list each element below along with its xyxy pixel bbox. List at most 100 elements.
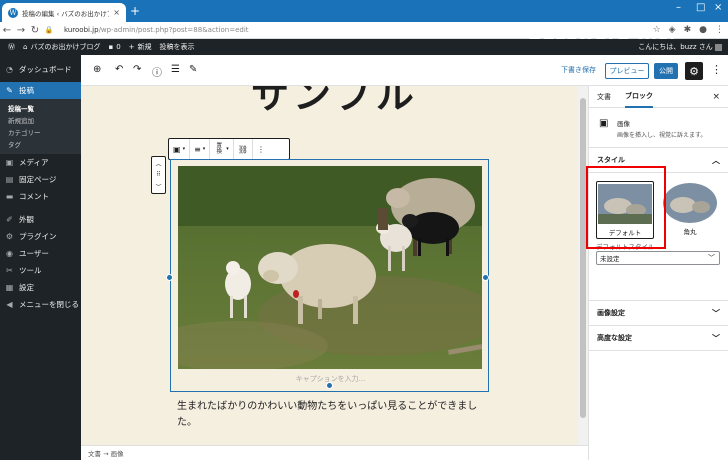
new-tab-icon[interactable]: + [130,4,140,18]
redo-icon[interactable]: ↷ [133,64,141,75]
url-field[interactable]: kuroobi.jp/wp-admin/post.php?post=88&act… [64,26,249,34]
maximize-icon[interactable]: □ [696,2,705,13]
browser-menu-icon[interactable]: ⋮ [715,25,724,35]
move-up-icon[interactable]: ︿ [155,159,161,168]
more-options-icon[interactable]: ⋮ [711,63,722,76]
style-rounded-thumbnail [663,183,717,223]
edit-tool-icon[interactable]: ✎ [189,64,197,75]
sidebar-item-label: プラグイン [19,232,57,241]
image-block-icon: ▣ [173,144,181,154]
scroll-thumb[interactable] [580,98,586,418]
tab-block[interactable]: ブロック [625,86,653,108]
sidebar-item-label: 外観 [19,215,34,224]
user-icon: ◉ [6,249,13,258]
info-icon[interactable]: ⓘ [152,64,162,79]
sheep-photo[interactable] [178,166,482,369]
advanced-settings-header[interactable]: 高度な設定 ﹀ [589,326,728,351]
image-settings-header[interactable]: 画像設定 ﹀ [589,301,728,326]
block-card: ▣ 画像 画像を挿入し、視覚に訴えます。 [589,108,728,148]
preview-button[interactable]: プレビュー [605,63,649,79]
view-post-link[interactable]: 投稿を表示 [160,42,195,52]
style-option-rounded[interactable]: 角丸 [661,181,719,239]
default-style-select[interactable]: 未設定 ﹀ [596,251,720,265]
save-draft-button[interactable]: 下書き保存 [561,65,596,75]
chevron-down-icon: ▾ [182,146,186,152]
puzzle-icon[interactable]: ✱ [684,25,692,35]
block-more-button[interactable]: ⋮ [253,139,269,159]
wp-admin-bar: Ⓦ ⌂ バズのお出かけブログ ▪ 0 + 新規 投稿を表示 こんにちは、buzz さん [0,39,728,55]
sidebar-item-dashboard[interactable]: ◔ ダッシュボード [0,61,81,78]
sidebar-item-settings[interactable]: ▦ 設定 [0,279,81,296]
posts-submenu: 投稿一覧 新規追加 カテゴリー タグ [0,99,81,154]
submenu-all-posts[interactable]: 投稿一覧 [0,102,81,114]
minimize-icon[interactable]: – [676,2,681,13]
submenu-tags[interactable]: タグ [0,138,81,150]
resize-handle-bottom[interactable] [326,382,333,389]
comment-icon: ▬ [5,192,14,201]
sidebar-item-label: メニューを閉じる [19,300,79,309]
sidebar-item-label: ユーザー [19,249,49,258]
browser-tab[interactable]: W 投稿の編集 ‹ バズのお出かけブログ × [2,3,126,22]
resize-handle-right[interactable] [482,274,489,281]
sidebar-item-pages[interactable]: ▤ 固定ページ [0,171,81,188]
new-content-link[interactable]: + 新規 [129,42,152,52]
sidebar-item-appearance[interactable]: ✐ 外観 [0,211,81,228]
comment-bubble-icon: ▪ [108,43,114,51]
submenu-categories[interactable]: カテゴリー [0,126,81,138]
site-name: バズのお出かけブログ [30,43,101,51]
sidebar-item-comments[interactable]: ▬ コメント [0,188,81,205]
sidebar-item-plugins[interactable]: ⚙ プラグイン [0,228,81,245]
sidebar-item-users[interactable]: ◉ ユーザー [0,245,81,262]
block-toolbar: ▣ ▾ ≡ ▾ 置換 ▾ ⛓ ⋮ [168,138,290,160]
chevron-down-icon: ▾ [226,146,229,152]
site-name-link[interactable]: ⌂ バズのお出かけブログ [23,42,100,52]
canvas-scrollbar[interactable] [578,86,588,445]
publish-button[interactable]: 公開 [654,63,678,79]
resize-handle-left[interactable] [166,274,173,281]
settings-icon: ▦ [5,283,14,292]
more-vertical-icon: ⋮ [256,144,265,154]
post-title[interactable]: サンプル [251,86,418,119]
wp-logo-icon[interactable]: Ⓦ [8,42,15,52]
account-icon[interactable]: ● [699,25,707,35]
block-breadcrumb[interactable]: 文書 → 画像 [81,445,588,460]
greeting-text: こんにちは、buzz さん [638,43,713,51]
media-icon: ▣ [5,158,14,167]
drag-handle-icon[interactable]: ⠿ [156,171,160,178]
submenu-add-new[interactable]: 新規追加 [0,114,81,126]
chevron-down-icon: ﹀ [708,254,715,262]
add-block-icon[interactable]: ⊕ [93,64,101,75]
align-button[interactable]: ≡ ▾ [190,139,211,159]
undo-icon[interactable]: ↶ [115,64,123,75]
comments-link[interactable]: ▪ 0 [108,43,120,51]
tab-document[interactable]: 文書 [597,92,611,102]
image-block-icon: ▣ [599,118,609,129]
forward-icon[interactable]: → [14,25,28,36]
link-icon: ⛓ [237,144,248,154]
sidebar-item-media[interactable]: ▣ メディア [0,154,81,171]
chevron-down-icon: ﹀ [712,333,720,343]
image-settings-heading: 画像設定 [597,309,625,317]
close-window-icon[interactable]: × [714,2,722,13]
sheep-photo-illustration [178,166,482,369]
sidebar-item-posts[interactable]: ✎ 投稿 [0,82,81,99]
link-button[interactable]: ⛓ [234,139,253,159]
block-type-switcher[interactable]: ▣ ▾ [169,139,191,159]
back-icon[interactable]: ← [0,25,14,36]
replace-button[interactable]: 置換 ▾ [210,139,234,159]
close-panel-icon[interactable]: × [712,92,720,102]
reload-icon[interactable]: ↻ [28,25,42,36]
close-tab-icon[interactable]: × [113,8,120,17]
settings-tabs: 文書 ブロック × [589,86,728,108]
settings-gear-icon[interactable]: ⚙ [685,62,703,80]
image-block[interactable]: キャプションを入力... [166,159,489,392]
browser-tab-title: 投稿の編集 ‹ バズのお出かけブログ [22,9,109,18]
sidebar-item-collapse[interactable]: ◀ メニューを閉じる [0,296,81,313]
outline-icon[interactable]: ☰ [171,64,180,75]
user-greeting[interactable]: こんにちは、buzz さん [638,42,722,52]
chevron-up-icon: ︿ [712,155,720,165]
sidebar-item-tools[interactable]: ✂ ツール [0,262,81,279]
paragraph-block[interactable]: 生まれたばかりのかわいい動物たちをいっぱい見ることができました。 [177,399,497,431]
move-down-icon[interactable]: ﹀ [155,182,161,191]
chevron-down-icon: ﹀ [712,308,720,318]
